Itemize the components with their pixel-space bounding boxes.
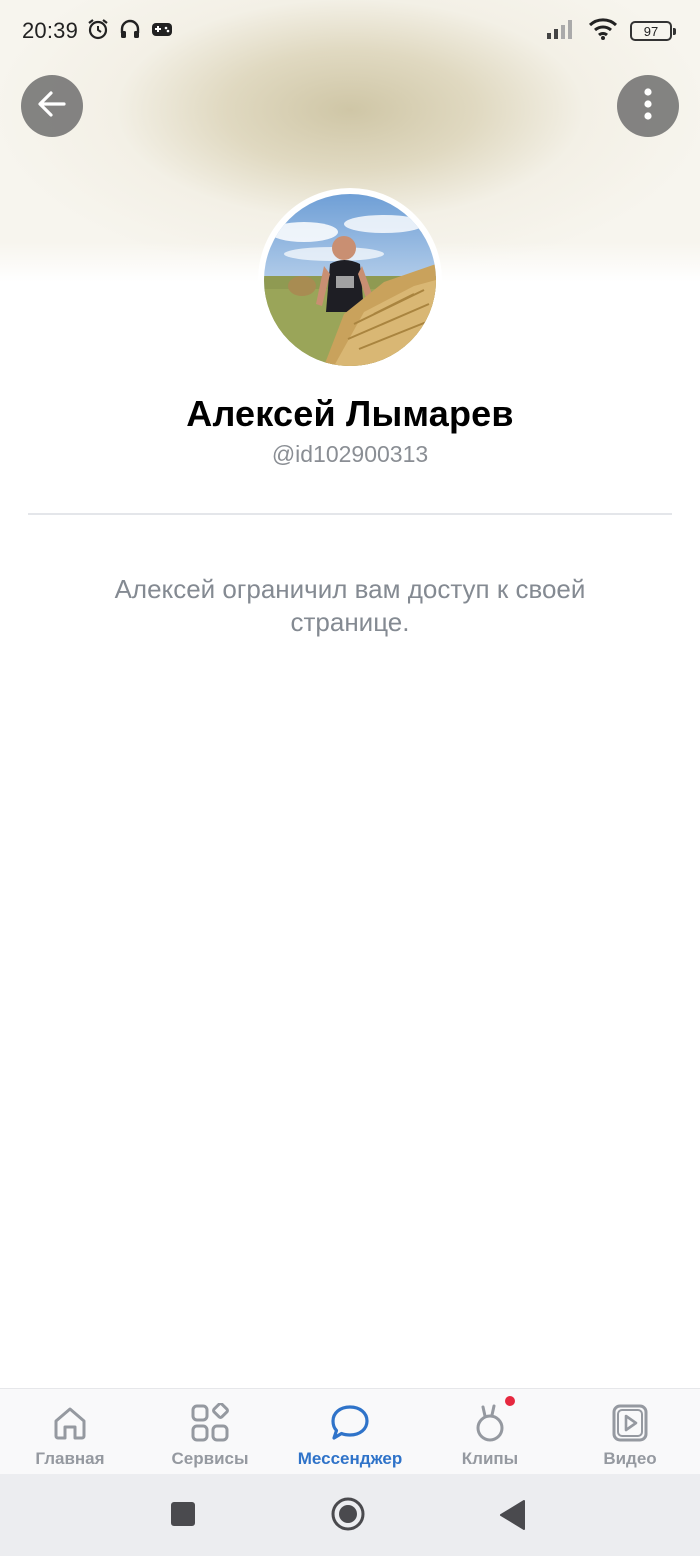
tab-label: Главная [35,1449,105,1468]
status-icons-right: 97 [546,17,676,46]
battery-level: 97 [643,23,659,39]
system-navigation-bar [0,1474,700,1556]
home-icon [48,1401,92,1445]
clips-notification-dot [505,1396,515,1406]
arrow-left-icon [35,87,69,126]
back-triangle-icon[interactable] [498,1499,526,1531]
tab-label: Клипы [461,1449,519,1468]
signal-icon [546,18,576,45]
recent-apps-icon[interactable] [170,1501,196,1527]
gamepad-icon [150,17,174,46]
clips-icon [468,1401,512,1445]
back-button[interactable] [21,75,83,137]
profile-screen: 20:39 97 Алексей Лымарев @id102900313 Ал… [0,0,700,1556]
services-icon [188,1401,232,1445]
tab-label: Сервисы [171,1449,249,1468]
alarm-icon [86,17,110,46]
battery-icon: 97 [630,21,676,41]
divider [28,513,672,515]
status-icons-left [86,17,174,46]
tab-messenger[interactable]: Мессенджер [280,1389,420,1474]
tab-home[interactable]: Главная [0,1389,140,1474]
video-icon [608,1401,652,1445]
home-icon[interactable] [330,1496,366,1532]
more-vertical-icon [643,87,653,126]
more-button[interactable] [617,75,679,137]
bottom-tab-bar: Главная Сервисы Мессенджер Клипы Видео [0,1388,700,1474]
status-time: 20:39 [22,18,79,43]
headphones-icon [118,17,142,46]
messenger-icon [328,1401,372,1445]
tab-services[interactable]: Сервисы [140,1389,280,1474]
tab-video[interactable]: Видео [560,1389,700,1474]
profile-name: Алексей Лымарев [186,393,514,434]
profile-avatar[interactable] [258,188,442,372]
tab-label: Видео [603,1449,657,1468]
tab-label: Мессенджер [297,1449,403,1468]
wifi-icon [588,17,618,46]
avatar-photo [264,194,436,366]
tab-clips[interactable]: Клипы [420,1389,560,1474]
profile-handle: @id102900313 [271,441,429,467]
status-bar: 20:39 97 [0,0,700,62]
restricted-access-message: Алексей ограничил вам доступ к своей стр… [114,574,586,637]
